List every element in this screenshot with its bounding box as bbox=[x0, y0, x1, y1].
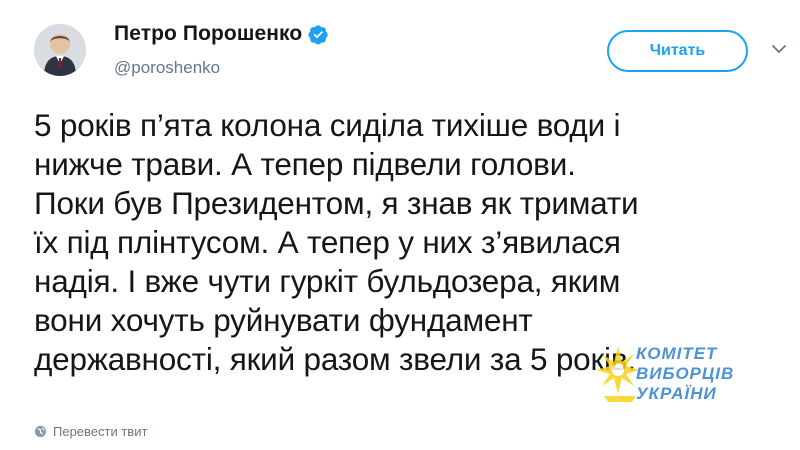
verified-badge-icon bbox=[308, 24, 328, 44]
follow-button[interactable]: Читать bbox=[607, 30, 748, 72]
author-display-name[interactable]: Петро Порошенко bbox=[114, 22, 302, 46]
avatar-photo bbox=[34, 24, 86, 76]
watermark-line3: УКРАЇНИ bbox=[636, 384, 717, 403]
tweet-card: Петро Порошенко @poroshenko Читать 5 рок… bbox=[0, 0, 800, 450]
chevron-down-icon[interactable] bbox=[770, 40, 788, 58]
avatar[interactable] bbox=[34, 24, 86, 76]
globe-icon bbox=[34, 425, 47, 438]
tweet-text: 5 років п’ята колона сиділа тихіше води … bbox=[34, 107, 639, 377]
author-handle[interactable]: @poroshenko bbox=[114, 58, 220, 78]
translate-label[interactable]: Перевести твит bbox=[53, 424, 147, 439]
author-name-row[interactable]: Петро Порошенко bbox=[114, 22, 329, 46]
translate-tweet-link[interactable]: Перевести твит bbox=[34, 424, 147, 439]
